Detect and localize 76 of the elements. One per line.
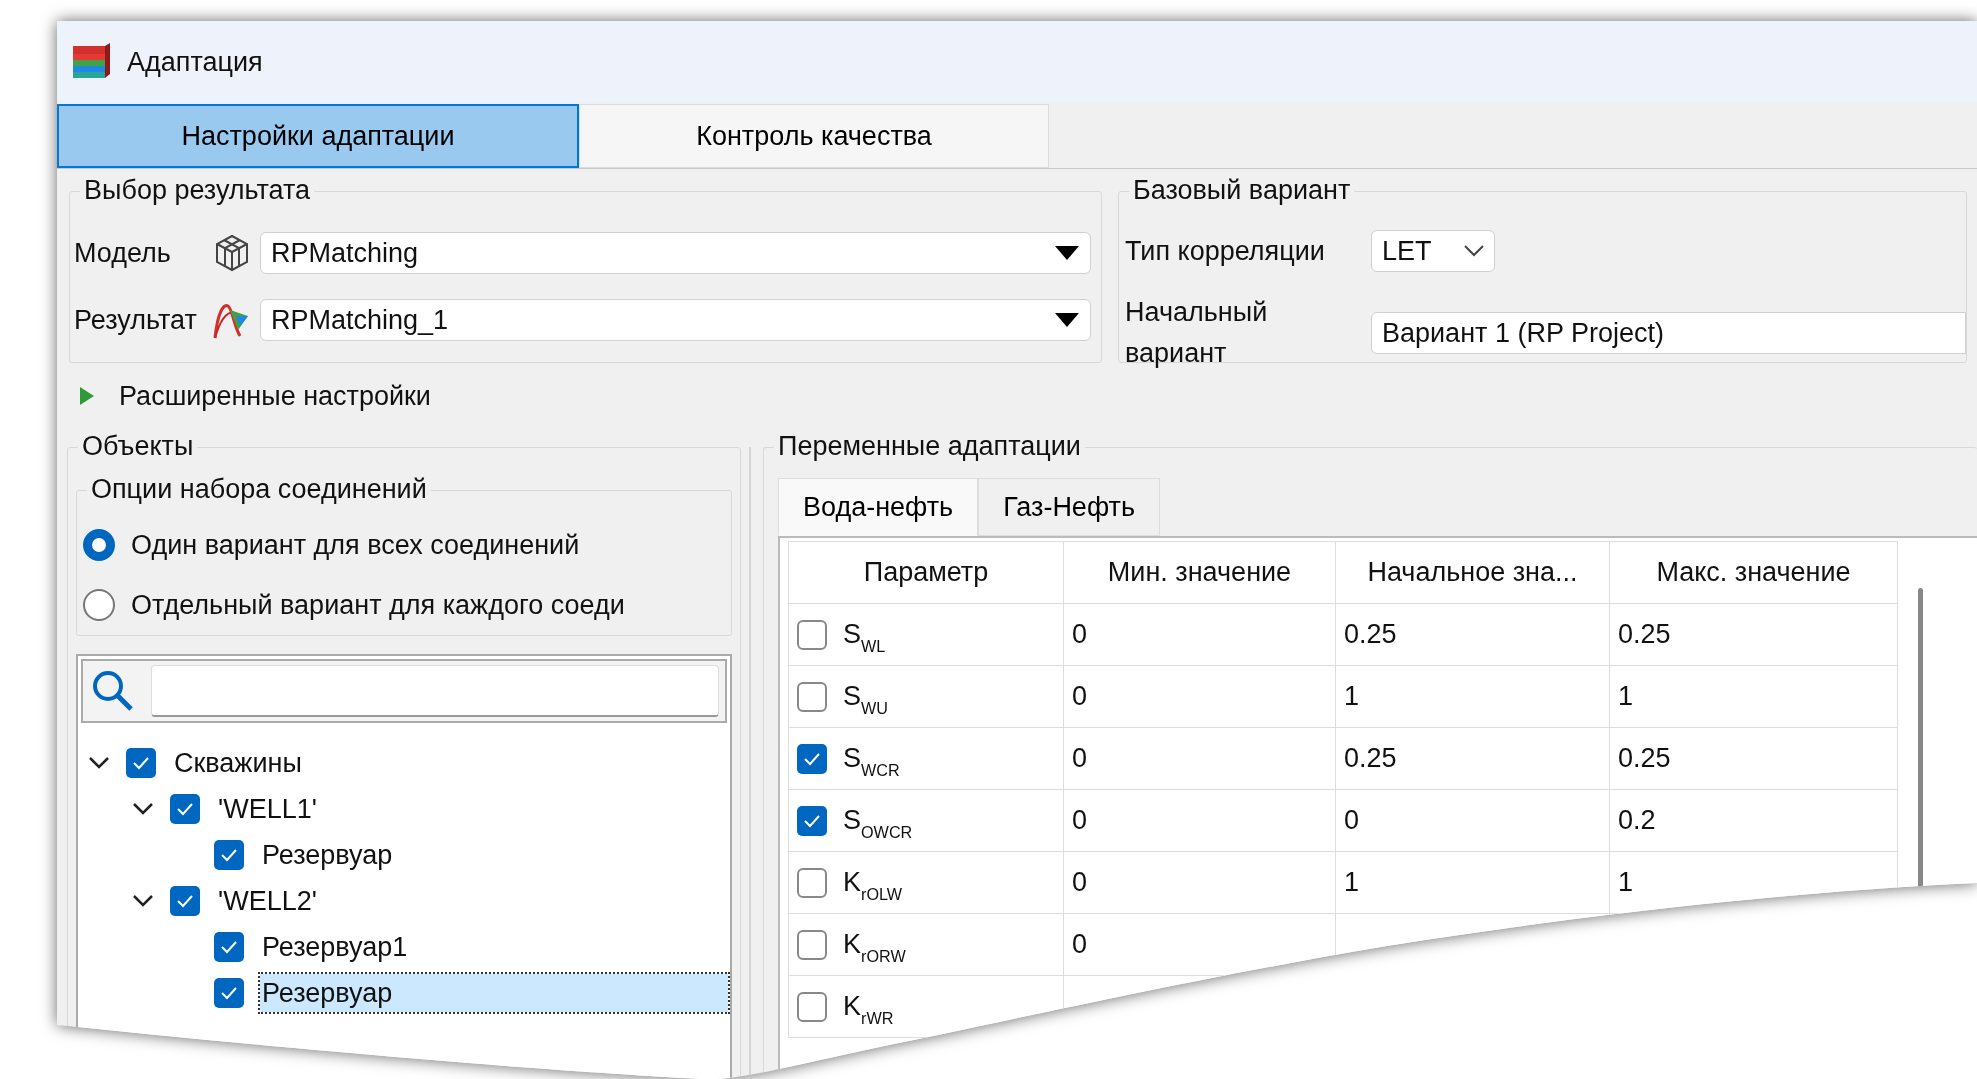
- tree-item[interactable]: Скважины: [172, 744, 304, 782]
- table-cell: 1: [1335, 665, 1610, 728]
- checkbox[interactable]: [797, 929, 827, 960]
- table-cell: 1: [1609, 665, 1898, 728]
- field-label: Модель: [74, 236, 172, 270]
- checkbox[interactable]: [797, 991, 827, 1022]
- checkbox[interactable]: [797, 619, 827, 650]
- column-header[interactable]: Мин. значение: [1063, 541, 1336, 604]
- checkbox[interactable]: [214, 840, 244, 870]
- parameter-name: S$_{WL}$: [843, 618, 886, 655]
- dropdown-value: LET: [1382, 235, 1432, 268]
- radio-button[interactable]: [83, 589, 115, 621]
- dropdown-value: RPMatching_1: [271, 304, 449, 337]
- radio-button[interactable]: [83, 529, 115, 561]
- checkbox[interactable]: [170, 794, 200, 824]
- group-title: Выбор результата: [80, 175, 315, 205]
- tree-item[interactable]: Резервуар1: [260, 928, 410, 966]
- table-cell: 0.2: [1609, 789, 1898, 852]
- input-field[interactable]: Вариант 1 (RP Project): [1371, 311, 1966, 354]
- column-header[interactable]: Начальное зна...: [1335, 541, 1610, 604]
- checkbox[interactable]: [214, 932, 244, 962]
- field-label: Результат: [74, 303, 198, 337]
- parameter-name: K$_{rORW}$: [843, 928, 906, 965]
- group-title: Опции набора соединений: [87, 474, 431, 504]
- table-cell: 0: [1063, 727, 1336, 790]
- parameter-name: K$_{rWR}$: [843, 990, 894, 1027]
- checkbox[interactable]: [797, 681, 827, 712]
- dropdown[interactable]: RPMatching_1: [260, 299, 1091, 341]
- dropdown-value: RPMatching: [271, 237, 419, 270]
- checkbox[interactable]: [797, 867, 827, 898]
- tree-item[interactable]: 'WELL1': [216, 790, 319, 828]
- chevron-down-icon[interactable]: [1464, 245, 1484, 257]
- window-title: Адаптация: [127, 45, 263, 79]
- table-cell: 0.25: [1335, 603, 1610, 666]
- group-title: Базовый вариант: [1129, 175, 1355, 205]
- checkbox[interactable]: [214, 978, 244, 1008]
- field-label: Начальный вариант: [1125, 296, 1269, 370]
- table-cell: 0: [1335, 789, 1610, 852]
- tree-item[interactable]: Резервуар: [260, 836, 395, 874]
- tree-item[interactable]: Резервуар: [260, 974, 728, 1012]
- parameter-name: S$_{WU}$: [843, 680, 888, 717]
- tab[interactable]: Контроль качества: [579, 104, 1049, 168]
- dropdown-triangle-icon[interactable]: [1054, 312, 1080, 328]
- search-field[interactable]: [151, 665, 719, 717]
- table-cell: 0.25: [1335, 727, 1610, 790]
- table-cell: 0: [1063, 789, 1336, 852]
- checkbox[interactable]: [170, 886, 200, 916]
- table-cell: 0: [1063, 665, 1336, 728]
- table-cell: 0: [1063, 851, 1336, 914]
- tab[interactable]: Вода-нефть: [778, 478, 979, 536]
- checkbox[interactable]: [126, 748, 156, 778]
- parameter-name: S$_{OWCR}$: [843, 804, 913, 841]
- field-label: Тип корреляции: [1125, 234, 1326, 268]
- search-icon[interactable]: [91, 669, 135, 713]
- radio-label[interactable]: Один вариант для всех соединений: [131, 524, 580, 566]
- table-cell: 0: [1063, 913, 1336, 976]
- expander-label[interactable]: Расширенные настройки: [119, 375, 431, 417]
- tree-item[interactable]: 'WELL2': [216, 882, 319, 920]
- table-cell: 1: [1335, 851, 1610, 914]
- dropdown[interactable]: RPMatching: [260, 232, 1091, 274]
- dropdown-triangle-icon[interactable]: [1054, 245, 1080, 261]
- table-cell: 0: [1063, 603, 1336, 666]
- column-header[interactable]: Макс. значение: [1609, 541, 1898, 604]
- radio-label[interactable]: Отдельный вариант для каждого соеди: [131, 584, 625, 626]
- table-cell: 0.25: [1609, 603, 1898, 666]
- table-cell: 1: [1609, 851, 1898, 914]
- parameter-name: K$_{rOLW}$: [843, 866, 903, 903]
- tab[interactable]: Газ-Нефть: [978, 478, 1160, 536]
- parameter-name: S$_{WCR}$: [843, 742, 900, 779]
- column-header[interactable]: Параметр: [788, 541, 1064, 604]
- checkbox[interactable]: [797, 805, 827, 836]
- triangle-right-icon[interactable]: [79, 387, 95, 405]
- checkbox[interactable]: [797, 743, 827, 774]
- dropdown[interactable]: LET: [1371, 230, 1495, 272]
- table-cell: 0.25: [1609, 727, 1898, 790]
- tab[interactable]: Настройки адаптации: [57, 104, 579, 168]
